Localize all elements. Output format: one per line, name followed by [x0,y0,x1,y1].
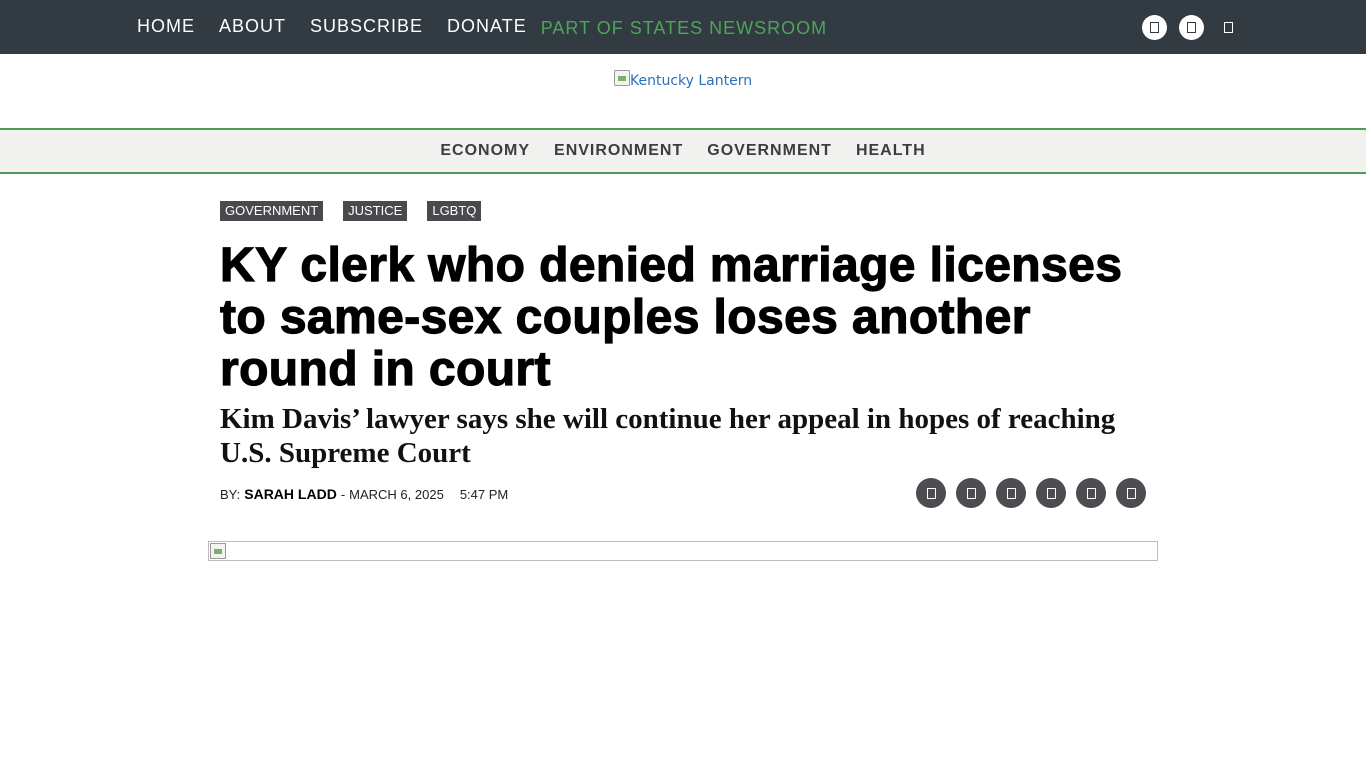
glyph-placeholder [1126,487,1136,499]
share-icon[interactable] [916,478,946,508]
broken-image-icon [614,70,630,86]
section-health-link[interactable]: HEALTH [856,142,926,160]
social-icon[interactable] [1142,15,1167,40]
nav-donate-link[interactable]: DONATE [447,17,527,35]
article-headline: KY clerk who denied marriage licenses to… [219,239,1123,396]
glyph-placeholder [1086,487,1096,499]
glyph-placeholder [926,487,936,499]
section-economy-link[interactable]: ECONOMY [440,142,530,160]
nav-about-link[interactable]: ABOUT [219,17,286,35]
glyph-placeholder [1187,22,1196,33]
share-icon[interactable] [996,478,1026,508]
search-icon[interactable] [1216,15,1241,40]
section-nav: ECONOMY ENVIRONMENT GOVERNMENT HEALTH [0,128,1366,174]
top-nav: HOME ABOUT SUBSCRIBE DONATE PART OF STAT… [137,0,851,54]
share-buttons [916,478,1156,508]
glyph-placeholder [1224,22,1233,33]
tag-government[interactable]: GOVERNMENT [220,201,324,221]
broken-image-icon [210,543,226,559]
byline-prefix: BY: [220,487,241,502]
category-tags: GOVERNMENT JUSTICE LGBTQ [220,201,501,221]
glyph-placeholder [1046,487,1056,499]
logo-alt-text: Kentucky Lantern [630,73,753,89]
glyph-placeholder [966,487,976,499]
share-icon[interactable] [1116,478,1146,508]
featured-image [208,541,1158,561]
share-icon[interactable] [1036,478,1066,508]
glyph-placeholder [1006,487,1016,499]
states-newsroom-link[interactable]: PART OF STATES NEWSROOM [541,19,827,37]
site-logo[interactable]: Kentucky Lantern [614,70,753,89]
share-icon[interactable] [1076,478,1106,508]
tag-lgbtq[interactable]: LGBTQ [427,201,482,221]
nav-home-link[interactable]: HOME [137,17,195,35]
byline-separator: - [340,487,346,502]
top-icons [1142,15,1241,40]
social-icon[interactable] [1179,15,1204,40]
section-government-link[interactable]: GOVERNMENT [707,142,832,160]
tag-justice[interactable]: JUSTICE [343,201,408,221]
publish-time: 5:47 PM [459,487,509,502]
nav-subscribe-link[interactable]: SUBSCRIBE [310,17,423,35]
article-subheadline: Kim Davis’ lawyer says she will continue… [220,403,1116,469]
author-link[interactable]: SARAH LADD [244,486,337,502]
share-icon[interactable] [956,478,986,508]
top-bar: HOME ABOUT SUBSCRIBE DONATE PART OF STAT… [0,0,1366,54]
section-environment-link[interactable]: ENVIRONMENT [554,142,683,160]
glyph-placeholder [1150,22,1159,33]
publish-date: MARCH 6, 2025 [349,487,444,502]
byline: BY: SARAH LADD - MARCH 6, 2025 5:47 PM [220,486,508,502]
